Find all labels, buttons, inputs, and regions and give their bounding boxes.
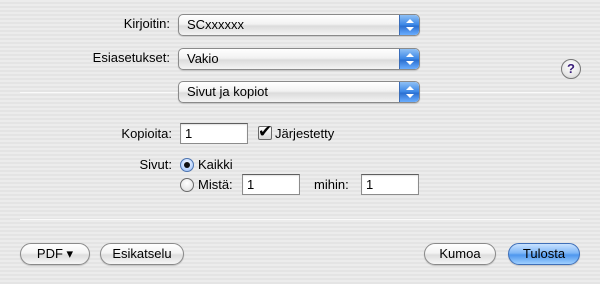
pages-to-label: mihin: xyxy=(314,177,349,192)
bottom-separator xyxy=(20,219,580,220)
pdf-button[interactable]: PDF ▾ xyxy=(20,243,90,265)
presets-label: Esiasetukset: xyxy=(92,50,170,65)
collated-checkbox[interactable]: ✔ xyxy=(258,122,273,141)
presets-popup[interactable]: Vakio xyxy=(178,48,420,70)
presets-value: Vakio xyxy=(187,51,219,66)
panel-popup[interactable]: Sivut ja kopiot xyxy=(178,81,420,103)
print-button[interactable]: Tulosta xyxy=(508,243,580,265)
pages-label: Sivut: xyxy=(139,157,172,172)
help-icon: ? xyxy=(567,61,575,76)
copies-field[interactable]: 1 xyxy=(180,123,248,144)
updown-arrows-icon xyxy=(399,82,419,102)
pages-all-label: Kaikki xyxy=(198,157,233,172)
printer-label: Kirjoitin: xyxy=(123,16,170,31)
preview-button[interactable]: Esikatselu xyxy=(100,243,184,265)
checkmark-icon: ✔ xyxy=(258,122,273,141)
printer-value: SCxxxxxx xyxy=(187,17,245,32)
pages-from-field[interactable]: 1 xyxy=(242,174,300,195)
panel-value: Sivut ja kopiot xyxy=(187,84,268,99)
pages-to-field[interactable]: 1 xyxy=(361,174,419,195)
updown-arrows-icon xyxy=(399,15,419,35)
cancel-button[interactable]: Kumoa xyxy=(424,243,496,265)
help-button[interactable]: ? xyxy=(561,59,581,79)
collated-label: Järjestetty xyxy=(275,126,335,141)
copies-label: Kopioita: xyxy=(121,126,172,141)
updown-arrows-icon xyxy=(399,49,419,69)
pages-from-label: Mistä: xyxy=(198,177,233,192)
radio-dot-icon xyxy=(184,162,190,168)
pages-range-radio[interactable] xyxy=(180,178,194,192)
pages-all-radio[interactable] xyxy=(180,158,194,172)
printer-popup[interactable]: SCxxxxxx xyxy=(178,14,420,36)
